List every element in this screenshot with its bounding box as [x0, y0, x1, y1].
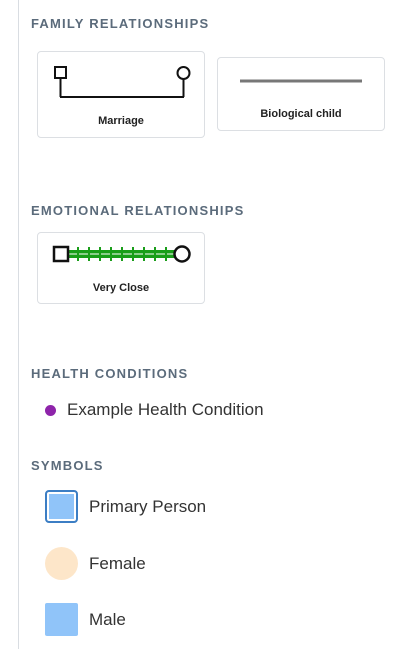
symbols-heading: SYMBOLS	[31, 458, 104, 473]
very-close-label: Very Close	[92, 282, 150, 294]
female-label: Female	[89, 553, 146, 573]
marriage-card[interactable]: Marriage	[37, 51, 205, 138]
male-label: Male	[89, 609, 126, 629]
biological-child-line-icon	[240, 79, 362, 83]
health-conditions-heading: HEALTH CONDITIONS	[31, 366, 189, 381]
family-relationships-heading: FAMILY RELATIONSHIPS	[31, 16, 210, 31]
very-close-card[interactable]: Very Close	[37, 232, 205, 304]
biological-child-label: Biological child	[260, 108, 342, 120]
health-condition-dot-icon	[45, 404, 56, 416]
legend-panel: FAMILY RELATIONSHIPS Marriage Biological…	[18, 0, 402, 649]
primary-person-symbol-icon	[45, 490, 78, 523]
health-condition-item: Example Health Condition	[45, 400, 264, 420]
female-symbol-icon	[45, 547, 78, 580]
primary-person-item: Primary Person	[45, 490, 206, 523]
male-item: Male	[45, 603, 126, 636]
female-item: Female	[45, 547, 146, 580]
primary-person-label: Primary Person	[89, 496, 207, 516]
very-close-connector-icon	[52, 245, 191, 263]
emotional-relationships-heading: EMOTIONAL RELATIONSHIPS	[31, 203, 245, 218]
health-condition-label: Example Health Condition	[67, 400, 264, 419]
male-symbol-icon	[45, 603, 78, 636]
biological-child-card[interactable]: Biological child	[217, 57, 385, 131]
marriage-label: Marriage	[98, 115, 144, 127]
